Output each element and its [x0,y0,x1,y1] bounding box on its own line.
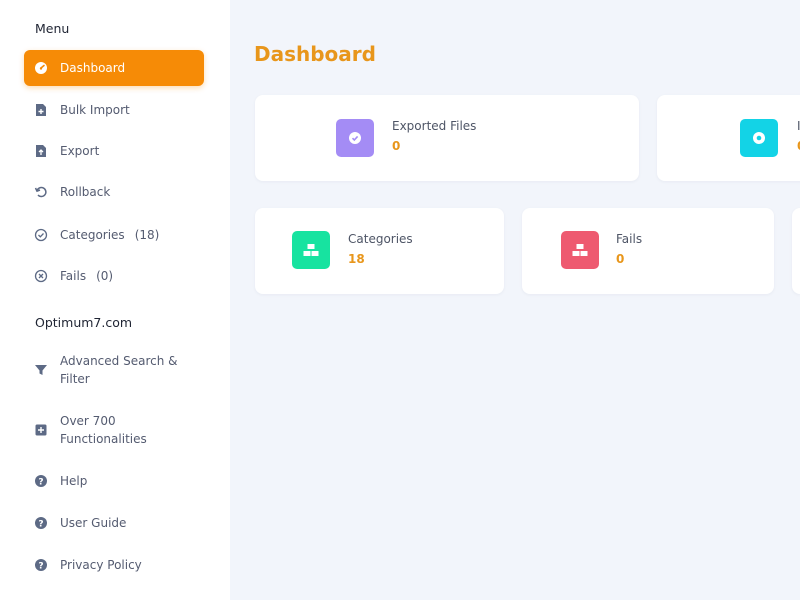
sidebar-item-export[interactable]: Export [24,133,204,169]
sidebar-item-label: Rollback [60,185,111,199]
help-icon: ? [34,558,48,572]
stat-card-partial[interactable]: I 0 [657,95,800,181]
fails-count: (0) [96,269,114,283]
svg-text:?: ? [38,519,43,529]
sidebar-link-privacy-policy[interactable]: ? Privacy Policy [24,547,204,583]
stat-label: Categories [348,232,413,246]
stat-card-categories[interactable]: Categories 18 [255,208,504,294]
sidebar-item-label: Categories [60,228,125,242]
stat-card-exported-files[interactable]: Exported Files 0 [255,95,639,181]
sidebar: Menu Dashboard Bulk Import Export Rollba… [0,0,230,600]
filter-icon [34,363,48,377]
stat-value: 18 [348,252,365,266]
sidebar-item-label: Bulk Import [60,103,130,117]
page-title: Dashboard [254,42,376,66]
plus-square-icon [34,423,48,437]
stat-card-offscreen[interactable] [792,208,800,294]
help-icon: ? [34,474,48,488]
x-circle-icon [34,269,48,283]
section-title-optimum7: Optimum7.com [35,315,133,330]
sidebar-link-label: Over 700 Functionalities [60,414,147,446]
sidebar-link-label: User Guide [60,516,127,530]
rollback-icon [34,185,48,199]
sidebar-item-categories[interactable]: Categories (18) [24,217,204,253]
sidebar-item-bulk-import[interactable]: Bulk Import [24,92,204,128]
sidebar-link-help[interactable]: ? Help [24,463,204,499]
svg-text:?: ? [38,477,43,487]
stat-label: Exported Files [392,119,477,133]
sidebar-link-functionalities[interactable]: Over 700 Functionalities [24,408,204,452]
stat-label: Fails [616,232,643,246]
check-icon [336,119,374,157]
check-circle-icon [34,228,48,242]
speedometer-icon [34,61,48,75]
menu-title: Menu [35,21,70,36]
file-export-icon [34,144,48,158]
boxes-icon [292,231,330,269]
sidebar-link-label: Privacy Policy [60,558,142,572]
file-plus-icon [34,103,48,117]
sidebar-link-label: Advanced Search & Filter [60,354,178,386]
sidebar-link-user-guide[interactable]: ? User Guide [24,505,204,541]
categories-count: (18) [134,228,160,242]
stat-value: 0 [616,252,625,266]
help-icon: ? [34,516,48,530]
sidebar-item-label: Export [60,144,100,158]
sidebar-item-label: Fails [60,269,87,283]
sidebar-item-dashboard[interactable]: Dashboard [24,50,204,86]
sidebar-item-label: Dashboard [60,61,126,75]
sidebar-link-label: Help [60,474,88,488]
record-icon [740,119,778,157]
boxes-icon [561,231,599,269]
sidebar-link-advanced-search[interactable]: Advanced Search & Filter [24,348,204,392]
stat-card-fails[interactable]: Fails 0 [522,208,774,294]
sidebar-item-fails[interactable]: Fails (0) [24,258,204,294]
main-content: Dashboard Exported Files 0 I 0 Categorie… [230,0,800,600]
sidebar-item-rollback[interactable]: Rollback [24,174,204,210]
stat-value: 0 [392,139,401,153]
svg-text:?: ? [38,561,43,571]
